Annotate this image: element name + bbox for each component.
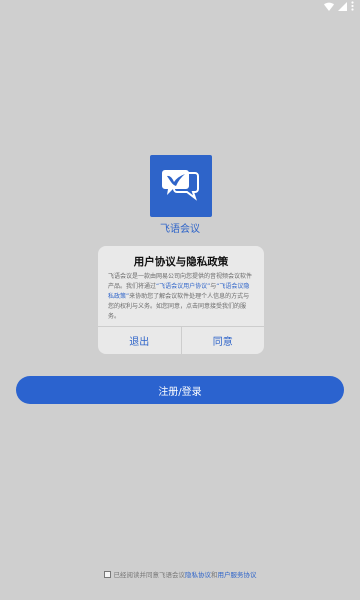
register-login-button[interactable]: 注册/登录 [16,376,344,404]
app-name: 飞语会议 [160,224,200,235]
more-icon [351,1,354,11]
dialog-body-text-2: 来协助您了解会议软件处理个人信息的方式与您的权利与义务。如您同意，点击同意接受我… [108,293,250,320]
privacy-dialog: 用户协议与隐私政策 飞语会议是一款由网易公司向您提供的音视频会议软件产品。我们将… [98,246,264,354]
agreement-text: 已经阅读并同意飞语会议 [113,571,186,579]
status-bar [0,0,360,14]
status-icons [324,1,354,11]
agree-button[interactable]: 同意 [180,327,265,354]
exit-button[interactable]: 退出 [98,327,181,354]
privacy-agreement-link[interactable]: 隐私协议 [185,569,211,579]
wifi-icon [324,2,334,11]
chat-bubble-logo-icon [162,167,200,205]
agreement-row: 已经阅读并同意飞语会议 隐私协议 和 用户服务协议 [0,568,360,580]
app-logo [150,155,212,217]
dialog-title: 用户协议与隐私政策 [133,256,229,268]
user-agreement-link[interactable]: “飞语会议用户协议” [156,283,210,290]
user-service-agreement-link[interactable]: 用户服务协议 [218,569,257,579]
agreement-checkbox[interactable] [103,570,111,578]
dialog-body: 飞语会议是一款由网易公司向您提供的音视频会议软件产品。我们将通过“飞语会议用户协… [108,272,254,322]
signal-icon [338,1,347,11]
dialog-actions: 退出 同意 [98,326,264,354]
